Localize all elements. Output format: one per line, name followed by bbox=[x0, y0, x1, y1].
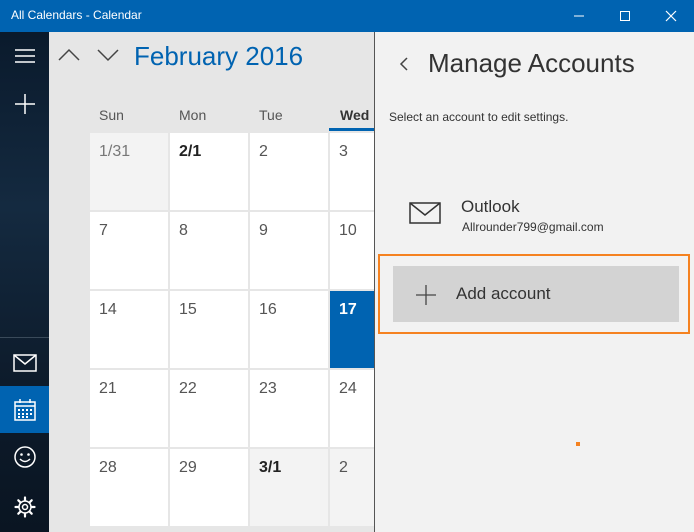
day-cell[interactable]: 16 bbox=[250, 291, 328, 368]
day-cell[interactable]: 21 bbox=[90, 370, 168, 447]
maximize-button[interactable] bbox=[602, 0, 648, 32]
day-cell[interactable]: 24 bbox=[330, 370, 374, 447]
day-cell[interactable]: 23 bbox=[250, 370, 328, 447]
day-cell[interactable]: 2/1 bbox=[170, 133, 248, 210]
sidebar-item-settings[interactable] bbox=[0, 483, 49, 530]
add-account-label: Add account bbox=[456, 284, 551, 303]
month-title[interactable]: February 2016 bbox=[134, 41, 303, 72]
day-header-tue: Tue bbox=[259, 107, 283, 123]
back-button[interactable] bbox=[393, 52, 415, 76]
calendar-icon bbox=[13, 398, 36, 421]
sidebar-item-feedback[interactable] bbox=[0, 433, 49, 480]
mail-icon bbox=[409, 202, 441, 224]
close-button[interactable] bbox=[648, 0, 694, 32]
gear-icon bbox=[13, 495, 36, 518]
day-header-sun: Sun bbox=[99, 107, 124, 123]
day-cell[interactable]: 10 bbox=[330, 212, 374, 289]
day-cell-today[interactable]: 17 bbox=[330, 291, 374, 368]
next-month-button[interactable] bbox=[95, 44, 121, 66]
day-cell[interactable]: 2 bbox=[330, 449, 374, 526]
day-cell[interactable]: 7 bbox=[90, 212, 168, 289]
sidebar-item-mail[interactable] bbox=[0, 339, 49, 386]
manage-accounts-panel: Manage Accounts Select an account to edi… bbox=[374, 32, 694, 532]
day-header-mon: Mon bbox=[179, 107, 207, 123]
account-name: Outlook bbox=[461, 197, 520, 216]
chevron-left-icon bbox=[399, 57, 408, 71]
day-cell[interactable]: 29 bbox=[170, 449, 248, 526]
add-account-button[interactable]: Add account bbox=[393, 266, 679, 322]
smiley-icon bbox=[13, 445, 36, 468]
day-cell[interactable]: 14 bbox=[90, 291, 168, 368]
new-event-button[interactable] bbox=[0, 80, 49, 127]
chevron-down-icon bbox=[97, 49, 119, 62]
day-cell[interactable]: 1/31 bbox=[90, 133, 168, 210]
day-cell[interactable]: 3/1 bbox=[250, 449, 328, 526]
minimize-icon bbox=[574, 15, 584, 17]
day-cell[interactable]: 3 bbox=[330, 133, 374, 210]
maximize-icon bbox=[620, 11, 630, 21]
panel-title: Manage Accounts bbox=[428, 48, 635, 78]
plus-icon bbox=[14, 93, 35, 114]
sidebar bbox=[0, 32, 49, 532]
cursor-dot bbox=[576, 442, 580, 446]
account-item-outlook[interactable]: Outlook Allrounder799@gmail.com bbox=[389, 182, 679, 242]
add-account-highlight: Add account bbox=[378, 254, 690, 334]
account-email: Allrounder799@gmail.com bbox=[462, 220, 604, 234]
minimize-button[interactable] bbox=[556, 0, 602, 32]
previous-month-button[interactable] bbox=[56, 44, 82, 66]
day-cell[interactable]: 2 bbox=[250, 133, 328, 210]
day-cell[interactable]: 9 bbox=[250, 212, 328, 289]
chevron-up-icon bbox=[58, 48, 80, 61]
panel-subtitle: Select an account to edit settings. bbox=[389, 110, 569, 124]
day-cell[interactable]: 22 bbox=[170, 370, 248, 447]
plus-icon bbox=[416, 285, 436, 305]
day-cell[interactable]: 8 bbox=[170, 212, 248, 289]
day-header-wed: Wed bbox=[340, 107, 370, 123]
day-cell[interactable]: 15 bbox=[170, 291, 248, 368]
day-cell[interactable]: 28 bbox=[90, 449, 168, 526]
close-icon bbox=[665, 10, 677, 22]
today-column-indicator bbox=[329, 128, 374, 131]
title-bar: All Calendars - Calendar bbox=[0, 0, 694, 32]
hamburger-menu-button[interactable] bbox=[0, 32, 49, 79]
calendar-view: February 2016 Sun Mon Tue Wed 1/31 2/1 2… bbox=[49, 32, 374, 532]
sidebar-item-calendar[interactable] bbox=[0, 386, 49, 433]
mail-icon bbox=[12, 353, 37, 372]
window-title: All Calendars - Calendar bbox=[11, 8, 142, 22]
sidebar-divider bbox=[0, 337, 49, 338]
hamburger-menu-icon bbox=[14, 48, 35, 63]
